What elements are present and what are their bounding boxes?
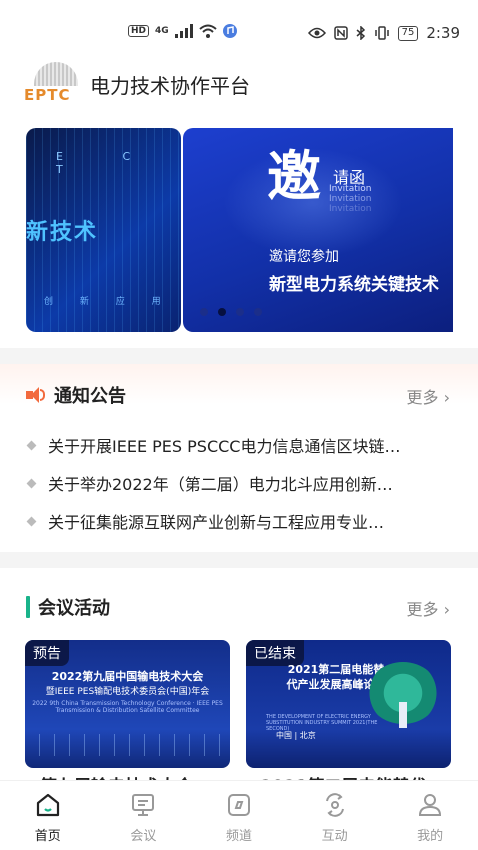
clock: 2:39 (426, 24, 460, 42)
notice-title: 通知公告 (54, 386, 126, 407)
notice-item[interactable]: 关于征集能源互联网产业创新与工程应用专业… (24, 502, 454, 540)
banner-slide-prev[interactable]: E C T 新技术 创 新 应 用 (26, 128, 181, 332)
invitation-line: Invitation (329, 184, 372, 194)
home-icon (36, 793, 59, 817)
logo-text: EPTC (24, 86, 71, 104)
meeting-section: 会议活动 更多 › 预告 2022第九届中国输电技术大会 暨IEEE PES输配… (0, 568, 478, 792)
bottom-tab-bar: 首页 会议 频道 互动 我的 (0, 780, 478, 850)
status-bar: HD 4G 75 2:39 (0, 0, 478, 56)
meeting-more-link[interactable]: 更多 › (406, 596, 450, 620)
invitation-line: Invitation (329, 204, 372, 214)
notice-header: 通知公告 (26, 382, 126, 408)
meeting-title: 会议活动 (38, 598, 110, 619)
tab-channel[interactable]: 频道 (191, 781, 287, 850)
invitation-char: 邀 (267, 145, 321, 208)
meeting-card[interactable]: 已结束 2021第二届电能替代产业发展高峰论坛 THE DEVELOPMENT … (246, 640, 451, 768)
tab-label: 首页 (34, 829, 61, 844)
card-tower-graphic (25, 734, 230, 756)
bullet-icon (26, 516, 37, 526)
wifi-icon (199, 24, 217, 38)
slide-letters: E C T (56, 150, 159, 176)
notice-text: 关于举办2022年（第二届）电力北斗应用创新… (48, 475, 393, 494)
card-image-subtitle: 暨IEEE PES输配电技术委员会(中国)年会 (45, 687, 210, 697)
status-right: 75 2:39 (307, 24, 460, 42)
speaker-icon (26, 386, 46, 404)
section-separator (0, 552, 478, 568)
tab-meeting[interactable]: 会议 (96, 781, 192, 850)
tab-home[interactable]: 首页 (0, 781, 96, 850)
invitation-line: Invitation (329, 194, 372, 204)
section-separator (0, 348, 478, 364)
bullet-icon (26, 478, 37, 488)
carousel-dots (200, 308, 262, 316)
battery-indicator: 75 (397, 25, 419, 41)
notice-item[interactable]: 关于举办2022年（第二届）电力北斗应用创新… (24, 464, 454, 502)
carousel-dot[interactable] (200, 308, 208, 316)
meeting-icon (132, 794, 155, 816)
invitation-text: Invitation Invitation Invitation (329, 184, 371, 214)
bullet-icon (26, 440, 37, 450)
carousel-dot-active[interactable] (218, 308, 226, 316)
app-title: 电力技术协作平台 (90, 73, 250, 98)
eptc-logo: EPTC (24, 62, 80, 106)
notice-text: 关于征集能源互联网产业创新与工程应用专业… (48, 513, 385, 532)
nfc-icon (333, 26, 348, 40)
notice-text: 关于开展IEEE PES PSCCC电力信息通信区块链… (48, 437, 401, 456)
meeting-header: 会议活动 (26, 594, 110, 620)
slide-headline: 新技术 (26, 220, 99, 245)
logo-dome-icon (34, 62, 78, 86)
app-header: EPTC 电力技术协作平台 (24, 62, 250, 106)
bluetooth-icon (356, 26, 365, 40)
tab-label: 会议 (130, 829, 157, 844)
network-label: 4G (155, 26, 169, 36)
meeting-card[interactable]: 预告 2022第九届中国输电技术大会 暨IEEE PES输配电技术委员会(中国)… (25, 640, 230, 768)
banner-slide-current[interactable]: 邀 请函 Invitation Invitation Invitation 邀请… (183, 128, 453, 332)
music-icon (222, 24, 237, 38)
tab-label: 我的 (417, 829, 444, 844)
hd-badge: HD (128, 25, 150, 37)
banner-carousel[interactable]: E C T 新技术 创 新 应 用 邀 请函 Invitation Invita… (0, 128, 478, 333)
chevron-right-icon: › (443, 388, 450, 407)
signal-icon (174, 24, 193, 38)
card-image-small: 2022 9th China Transmission Technology C… (32, 700, 223, 714)
slide-line2: 新型电力系统关键技术 (269, 275, 439, 295)
notice-item[interactable]: 关于开展IEEE PES PSCCC电力信息通信区块链… (24, 426, 454, 464)
notice-list: 关于开展IEEE PES PSCCC电力信息通信区块链… 关于举办2022年（第… (24, 426, 454, 540)
card-image-location: 中国 | 北京 (276, 731, 316, 740)
tab-profile[interactable]: 我的 (382, 781, 478, 850)
tree-trunk (399, 702, 407, 728)
status-badge: 预告 (25, 640, 69, 666)
eye-icon (307, 27, 326, 39)
section-accent-bar (26, 596, 30, 618)
tab-interact[interactable]: 互动 (287, 781, 383, 850)
more-label: 更多 (406, 388, 439, 407)
tab-label: 互动 (321, 829, 348, 844)
more-label: 更多 (406, 600, 439, 619)
notice-section: 通知公告 更多 › 关于开展IEEE PES PSCCC电力信息通信区块链… 关… (0, 364, 478, 552)
carousel-dot[interactable] (254, 308, 262, 316)
chevron-right-icon: › (443, 600, 450, 619)
carousel-dot[interactable] (236, 308, 244, 316)
vibrate-icon (374, 26, 389, 40)
card-image-title: 2022第九届中国输电技术大会 (51, 670, 204, 683)
profile-icon (419, 794, 442, 816)
notice-more-link[interactable]: 更多 › (406, 384, 450, 408)
slide-line1: 邀请您参加 (269, 249, 339, 265)
tab-label: 频道 (225, 829, 252, 844)
slide-subline: 创 新 应 用 (44, 297, 173, 307)
status-left: HD 4G (128, 24, 237, 38)
channel-icon (227, 794, 250, 816)
interact-icon (325, 793, 344, 817)
